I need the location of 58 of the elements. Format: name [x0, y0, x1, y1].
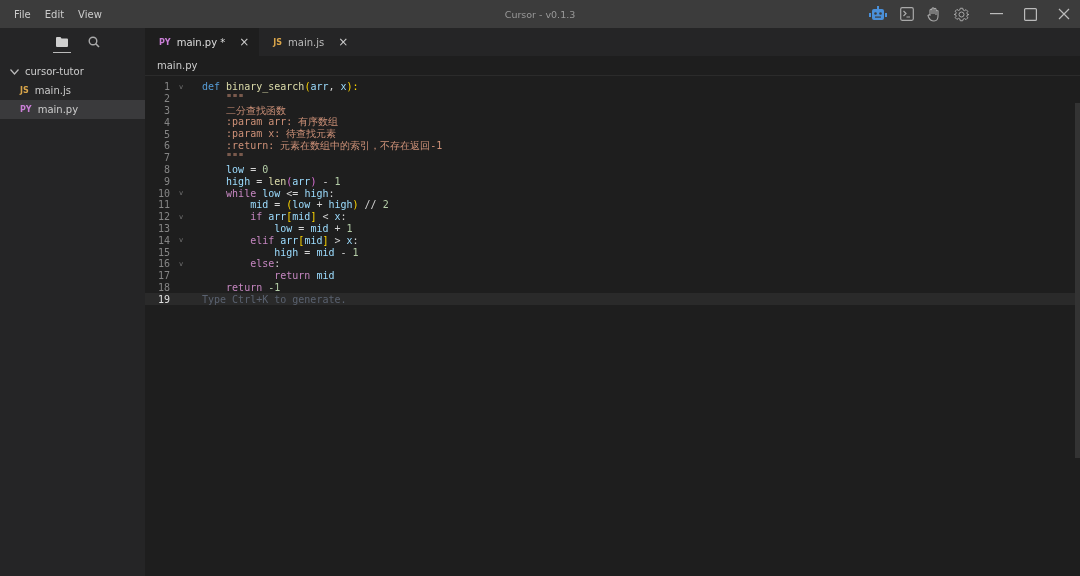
folder-tab[interactable] [52, 36, 71, 53]
line-number: 9 [162, 175, 170, 187]
line-number: 5 [162, 128, 170, 140]
folder-item[interactable]: cursor-tutor [0, 62, 145, 81]
close-tab-button[interactable]: × [239, 35, 250, 49]
code-line: mid = (low + high) // 2 [249, 199, 389, 211]
tree-file[interactable]: PY main.py [0, 100, 145, 119]
code-line: """ [225, 152, 245, 164]
menu-item[interactable]: View [78, 8, 102, 20]
code-line: def binary_search(arr, x): [202, 81, 359, 93]
code-line: elif arr[mid] > x: [249, 234, 359, 246]
code-line: high = mid - 1 [274, 246, 359, 258]
code-line: low = mid + 1 [273, 222, 353, 234]
hand-icon[interactable] [927, 6, 941, 22]
line-number: 1 [162, 81, 170, 93]
line-number: 6 [162, 140, 170, 152]
line-number: 16 [156, 258, 170, 270]
close-icon[interactable] [1058, 8, 1070, 20]
code-line: while low <= high: [225, 187, 335, 199]
line-number: 2 [162, 93, 170, 105]
chevron-icon[interactable] [10, 68, 19, 75]
line-number: 4 [162, 116, 170, 128]
code-line: if arr[mid] < x: [249, 211, 347, 223]
code-line: return mid [273, 270, 335, 282]
line-number: 7 [162, 152, 170, 164]
code-line: :param x: 待查找元素 [225, 127, 337, 140]
code-line: Type Ctrl+K to generate. [202, 293, 347, 305]
line-number: 15 [156, 246, 170, 258]
minimize-icon[interactable] [990, 13, 1003, 15]
terminal-icon[interactable] [900, 7, 914, 21]
code-line: """ [225, 93, 245, 105]
breadcrumb: main.py [157, 60, 198, 71]
code-line: :param arr: 有序数组 [225, 116, 339, 129]
code-line: return -1 [225, 281, 281, 293]
line-number: 10 [156, 187, 170, 199]
line-number: 3 [162, 105, 170, 116]
code-line: 二分查找函数 [225, 103, 287, 118]
line-number: 13 [156, 222, 170, 234]
line-number: 19 [156, 293, 170, 305]
maximize-icon[interactable] [1024, 7, 1037, 21]
line-number: 11 [156, 199, 170, 211]
close-tab-button[interactable]: × [338, 35, 349, 49]
menu-item[interactable]: File [14, 8, 31, 20]
settings-icon[interactable] [954, 6, 969, 22]
code-line: :return: 元素在数组中的索引，不存在返回-1 [225, 139, 443, 153]
robot-icon[interactable] [869, 6, 887, 22]
line-number: 17 [156, 270, 170, 282]
menu-item[interactable]: Edit [44, 8, 65, 20]
editor-tab[interactable]: PY main.py * × [145, 28, 260, 56]
line-number: 8 [162, 163, 170, 175]
code-line: low = 0 [225, 163, 269, 175]
line-number: 12 [156, 211, 170, 223]
tree-file[interactable]: JS main.js [0, 81, 145, 100]
line-number: 18 [156, 281, 170, 293]
window-title: Cursor - v0.1.3 [504, 8, 576, 20]
line-number: 14 [156, 234, 170, 246]
code-line: high = len(arr) - 1 [225, 175, 341, 187]
code-line: else: [249, 258, 281, 270]
